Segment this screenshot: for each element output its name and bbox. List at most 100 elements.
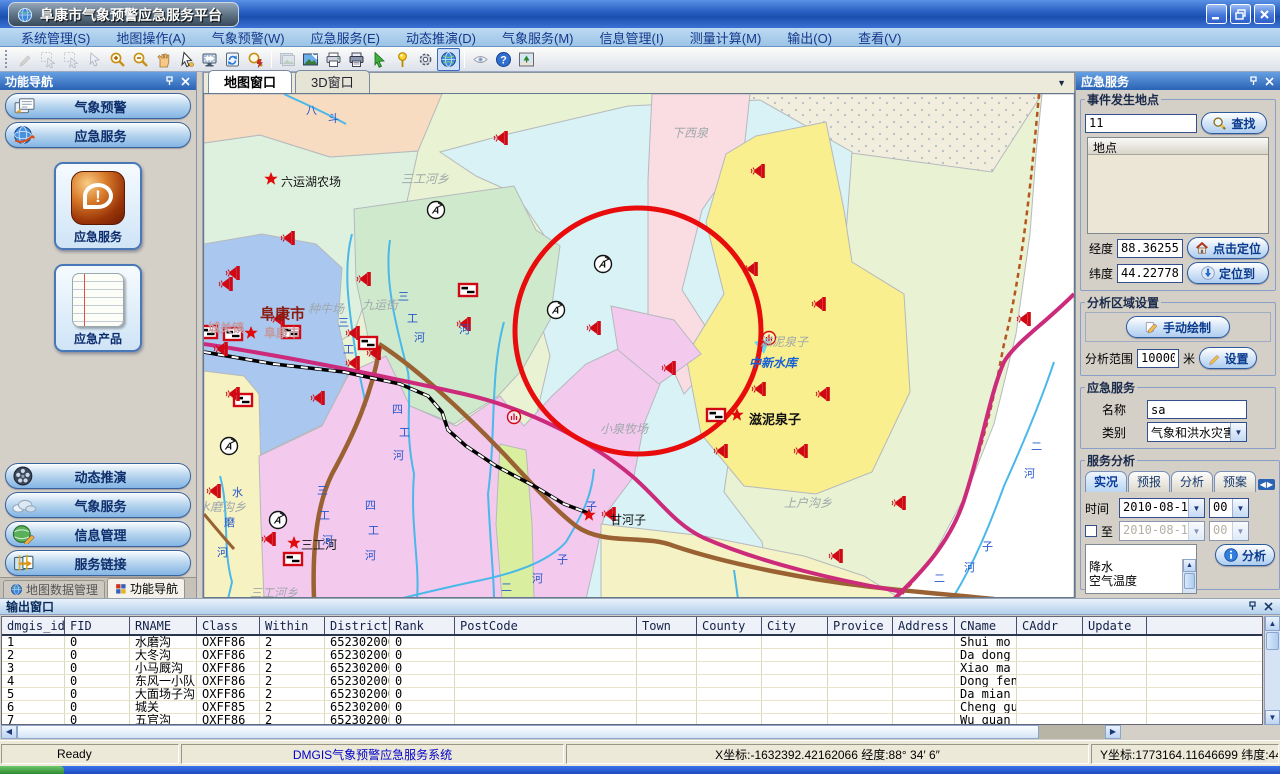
sidebar-item-bottom-3[interactable]: 服务链接 — [5, 550, 191, 576]
table-row[interactable]: 10水磨沟OXFF8626523020000Shui mo gou — [2, 636, 1262, 649]
zoom-out-icon[interactable] — [129, 48, 152, 71]
big-button-1[interactable]: 应急产品 — [54, 264, 142, 352]
sidebar-item-bottom-1[interactable]: 气象服务 — [5, 492, 191, 518]
close-panel-icon[interactable] — [1263, 601, 1274, 612]
location-list[interactable]: 地点 — [1087, 137, 1269, 234]
close-panel-icon[interactable] — [180, 76, 191, 87]
chevron-down-icon[interactable]: ▼ — [1232, 499, 1248, 517]
service-name-input[interactable] — [1147, 400, 1247, 419]
menu-item-5[interactable]: 气象服务(M) — [489, 27, 587, 48]
left-panel-tab-1[interactable]: 功能导航 — [107, 578, 185, 598]
menu-item-8[interactable]: 输出(O) — [774, 27, 845, 48]
menu-item-7[interactable]: 测量计算(M) — [677, 27, 775, 48]
identify-icon[interactable] — [244, 48, 267, 71]
longitude-input[interactable] — [1117, 239, 1183, 258]
globe-icon[interactable] — [437, 48, 460, 71]
service-type-select[interactable]: 气象和洪水灾害 ▼ — [1147, 422, 1247, 442]
table-row[interactable]: 50大面场子沟OXFF8626523020000Da mian ... — [2, 688, 1262, 701]
menu-item-9[interactable]: 查看(V) — [845, 27, 914, 48]
set-range-button[interactable]: 设置 — [1199, 347, 1257, 369]
column-header-Address[interactable]: Address — [893, 617, 955, 634]
map-export-icon[interactable] — [299, 48, 322, 71]
menu-item-4[interactable]: 动态推演(D) — [393, 27, 489, 48]
column-header-Class[interactable]: Class — [197, 617, 260, 634]
find-button[interactable]: 查找 — [1201, 112, 1267, 134]
column-header-CAddr[interactable]: CAddr — [1017, 617, 1083, 634]
menu-item-6[interactable]: 信息管理(I) — [587, 27, 677, 48]
column-header-CName[interactable]: CName — [955, 617, 1017, 634]
element-listbox[interactable]: 降水空气温度 ▲ — [1085, 544, 1197, 594]
menu-item-0[interactable]: 系统管理(S) — [8, 27, 103, 48]
map-tab-1[interactable]: 3D窗口 — [295, 70, 370, 93]
column-header-RNAME[interactable]: RNAME — [130, 617, 197, 634]
column-header-Update[interactable]: Update — [1083, 617, 1147, 634]
analysis-tab-2[interactable]: 分析 — [1171, 471, 1213, 492]
map-canvas[interactable]: AAAAA 六运湖农场甘河子三工河滋泥泉子阜康市阜康市城关镇种牛场三工河乡九运街… — [204, 94, 1074, 598]
pin-icon[interactable] — [1247, 601, 1258, 612]
pan-icon[interactable] — [152, 48, 175, 71]
locate-icon[interactable] — [391, 48, 414, 71]
sidebar-item-top-0[interactable]: 气象预警 — [5, 93, 191, 119]
element-item-0[interactable]: 降水 — [1089, 560, 1196, 574]
left-panel-tab-0[interactable]: 地图数据管理 — [3, 580, 105, 598]
column-header-County[interactable]: County — [697, 617, 762, 634]
print-setup-icon[interactable] — [345, 48, 368, 71]
to-checkbox[interactable] — [1085, 525, 1097, 537]
chevron-down-icon[interactable]: ▼ — [1230, 423, 1246, 441]
pointer-icon[interactable] — [175, 48, 198, 71]
click-locate-button[interactable]: 点击定位 — [1187, 237, 1269, 259]
table-row[interactable]: 20大冬沟OXFF8626523020000Da dong gou — [2, 649, 1262, 662]
column-header-City[interactable]: City — [762, 617, 828, 634]
analysis-range-input[interactable] — [1137, 349, 1179, 368]
chevron-down-icon[interactable]: ▼ — [1188, 499, 1204, 517]
element-item-1[interactable]: 空气温度 — [1089, 574, 1196, 588]
menu-item-3[interactable]: 应急服务(E) — [298, 27, 393, 48]
manual-draw-button[interactable]: 手动绘制 — [1126, 316, 1230, 338]
analysis-tab-3[interactable]: 预案 — [1214, 471, 1256, 492]
latitude-input[interactable] — [1117, 264, 1183, 283]
output-table[interactable]: dmgis_idFIDRNAMEClassWithinDistrictRankP… — [1, 616, 1263, 725]
select-rect-icon[interactable] — [37, 48, 60, 71]
table-row[interactable]: 60城关OXFF8526523020000Cheng guan — [2, 701, 1262, 714]
layers-icon[interactable] — [276, 48, 299, 71]
swipe-icon[interactable] — [469, 48, 492, 71]
column-header-Provice[interactable]: Provice — [828, 617, 893, 634]
refresh-icon[interactable] — [221, 48, 244, 71]
close-panel-icon[interactable] — [1264, 76, 1275, 87]
start-button-edge[interactable] — [0, 766, 64, 774]
hour-select[interactable]: 00▼ — [1209, 498, 1249, 518]
select-poly-icon[interactable] — [60, 48, 83, 71]
sidebar-item-top-1[interactable]: 应急服务 — [5, 122, 191, 148]
table-row[interactable]: 40东风一小队OXFF8626523020000Dong fen... — [2, 675, 1262, 688]
table-row[interactable]: 70五官沟OXFF8626523020000Wu guan gou — [2, 714, 1262, 725]
restore-button[interactable] — [1230, 4, 1251, 24]
pin-icon[interactable] — [1248, 76, 1259, 87]
select-feature-icon[interactable] — [368, 48, 391, 71]
column-header-FID[interactable]: FID — [65, 617, 130, 634]
tab-scroll-arrows[interactable]: ◀▶ — [1258, 479, 1275, 490]
listbox-scrollbar[interactable]: ▲ — [1182, 559, 1196, 593]
column-header-dmgis_id[interactable]: dmgis_id — [2, 617, 65, 634]
output-hscrollbar[interactable]: ◀ ▶ — [1, 725, 1121, 739]
big-button-0[interactable]: !应急服务 — [54, 162, 142, 250]
close-button[interactable] — [1254, 4, 1275, 24]
column-header-District[interactable]: District — [325, 617, 390, 634]
settings-icon[interactable] — [414, 48, 437, 71]
location-search-input[interactable] — [1085, 114, 1197, 133]
menu-item-2[interactable]: 气象预警(W) — [199, 27, 298, 48]
export-image-icon[interactable] — [515, 48, 538, 71]
table-row[interactable]: 30小马厩沟OXFF8626523020000Xiao ma ... — [2, 662, 1262, 675]
help-icon[interactable]: ? — [492, 48, 515, 71]
pin-icon[interactable] — [164, 76, 175, 87]
column-header-Within[interactable]: Within — [260, 617, 325, 634]
locate-to-button[interactable]: 定位到 — [1187, 262, 1269, 284]
full-extent-icon[interactable] — [198, 48, 221, 71]
sidebar-item-bottom-0[interactable]: 动态推演 — [5, 463, 191, 489]
analysis-tab-0[interactable]: 实况 — [1085, 471, 1127, 492]
sidebar-item-bottom-2[interactable]: 信息管理 — [5, 521, 191, 547]
menu-item-1[interactable]: 地图操作(A) — [103, 27, 198, 48]
column-header-PostCode[interactable]: PostCode — [455, 617, 637, 634]
select-arrow-icon[interactable] — [83, 48, 106, 71]
analysis-tab-1[interactable]: 预报 — [1128, 471, 1170, 492]
measure-icon[interactable] — [14, 48, 37, 71]
